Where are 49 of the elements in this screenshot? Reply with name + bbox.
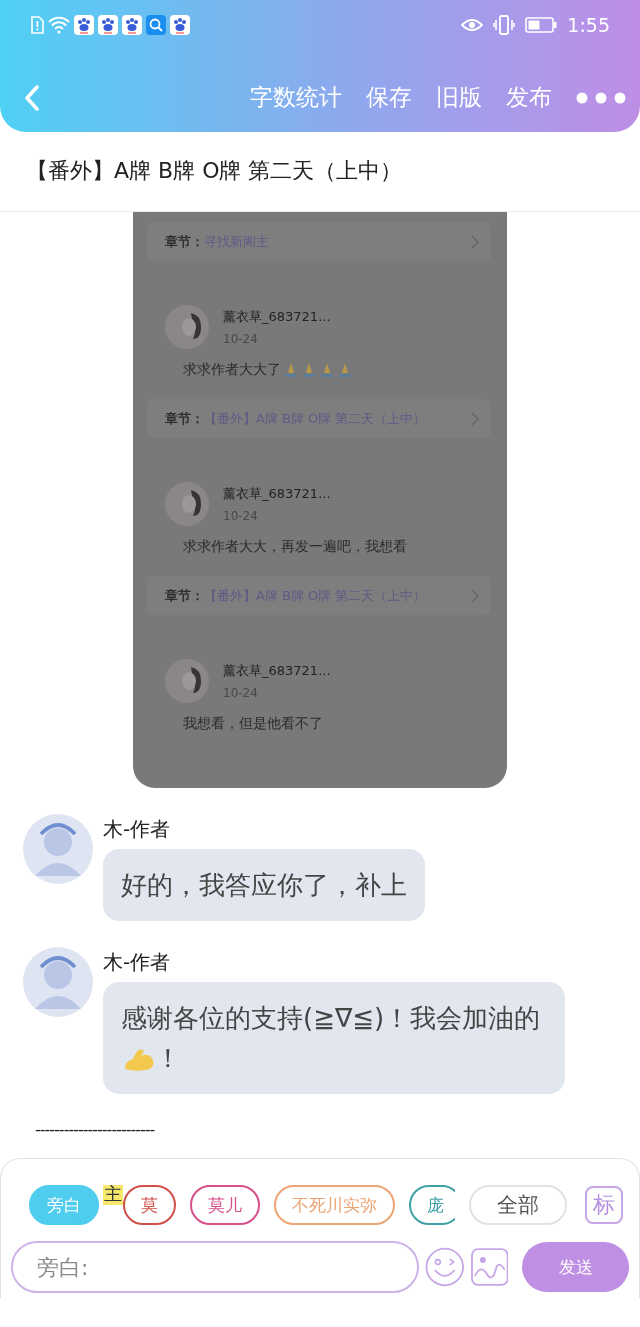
- message-text: 好的，我答应你了，补上: [121, 870, 407, 900]
- author-name: 木-作者: [103, 949, 171, 976]
- comment-username: 薰衣草_683721...: [223, 308, 331, 326]
- paw-app-icon: [74, 15, 94, 35]
- avatar: [23, 814, 93, 884]
- comment-text: 求求作者大大了: [183, 361, 281, 379]
- header-action[interactable]: 字数统计: [250, 82, 342, 113]
- role-chip[interactable]: 莫儿: [190, 1185, 260, 1225]
- vibrate-icon: [493, 15, 516, 35]
- comment-text: 我想看，但是他看不了: [183, 715, 323, 733]
- paw-app-icon: [98, 15, 118, 35]
- clock-time: 1:55: [567, 14, 610, 36]
- smiley-wink-icon[interactable]: [424, 1247, 465, 1287]
- message-text: ！: [155, 1043, 181, 1073]
- role-chip[interactable]: 旁白: [29, 1185, 99, 1225]
- main-role-badge: 主: [103, 1185, 123, 1205]
- avatar: [165, 659, 209, 703]
- header-action[interactable]: 发布: [506, 82, 552, 113]
- sim-alert-icon: [30, 16, 44, 34]
- image-icon[interactable]: [470, 1248, 509, 1286]
- battery-icon: [525, 17, 558, 33]
- wifi-icon: [48, 16, 70, 34]
- chevron-icon: [471, 588, 479, 603]
- role-chip[interactable]: 不死川实弥: [274, 1185, 395, 1225]
- search-app-icon: [146, 15, 166, 35]
- header-action[interactable]: 保存: [366, 82, 412, 113]
- role-chip[interactable]: 庞: [409, 1185, 455, 1225]
- author-name: 木-作者: [103, 816, 171, 843]
- message-input-field[interactable]: 旁白:: [11, 1241, 419, 1293]
- avatar: [165, 305, 209, 349]
- all-roles-button[interactable]: 全部: [469, 1185, 567, 1225]
- back-icon[interactable]: [24, 84, 40, 111]
- avatar: [165, 482, 209, 526]
- comment-username: 薰衣草_683721...: [223, 485, 331, 503]
- more-icon[interactable]: [576, 91, 626, 104]
- paw-app-icon: [122, 15, 142, 35]
- paw-app-icon: [170, 15, 190, 35]
- send-button[interactable]: 发送: [522, 1242, 629, 1292]
- chevron-icon: [471, 411, 479, 426]
- comment-username: 薰衣草_683721...: [223, 662, 331, 680]
- role-chip[interactable]: 莫: [123, 1185, 176, 1225]
- comment-text: 求求作者大大，再发一遍吧，我想看: [183, 538, 407, 556]
- avatar: [23, 947, 93, 1017]
- eye-icon: [461, 17, 484, 33]
- mark-button[interactable]: 标: [585, 1186, 623, 1224]
- chevron-icon: [471, 234, 479, 249]
- dashed-divider-text: -------------------------: [35, 1120, 156, 1140]
- header-action[interactable]: 旧版: [436, 82, 482, 113]
- message-text: 感谢各位的支持(≧∇≦)！我会加油的: [121, 1003, 541, 1033]
